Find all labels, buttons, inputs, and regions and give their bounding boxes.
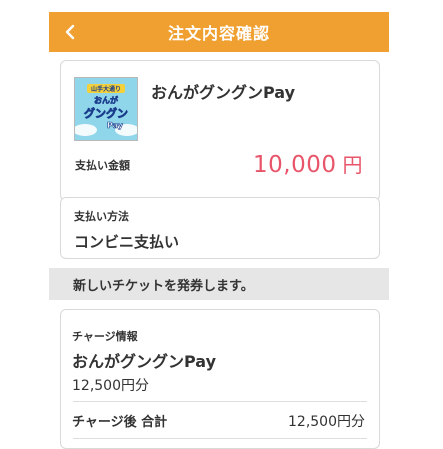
product-image: 山手大通り おんが グングン Pay	[74, 77, 138, 141]
divider	[73, 438, 367, 439]
payment-method-card: 支払い方法 コンビニ支払い	[60, 197, 380, 259]
image-caption-3: グングン	[84, 106, 128, 120]
amount-label: 支払い金額	[75, 159, 130, 172]
product-card: 山手大通り おんが グングン Pay おんがグングンPay 支払い金額 10,0…	[60, 60, 380, 201]
charge-product-name: おんがグングンPay	[72, 352, 217, 371]
total-label: チャージ後 合計	[72, 415, 168, 430]
image-caption-2: おんが	[94, 95, 119, 105]
amount-unit: 円	[342, 153, 363, 177]
header-bar: 注文内容確認	[49, 12, 389, 52]
back-button[interactable]	[61, 23, 79, 41]
notice-text: 新しいチケットを発券します。	[73, 278, 254, 294]
image-caption-1: 山手大通り	[91, 85, 121, 93]
payment-method-value: コンビニ支払い	[74, 233, 180, 251]
charge-info-card: チャージ情報 おんがグングンPay 12,500円分 チャージ後 合計 12,5…	[60, 309, 380, 449]
image-caption-4: Pay	[107, 121, 124, 130]
charge-info-label: チャージ情報	[72, 330, 138, 343]
order-confirmation-screen: 注文内容確認 山手大通り おんが グングン Pay おんがグングンPay 支払い…	[49, 12, 389, 449]
payment-method-label: 支払い方法	[74, 210, 129, 223]
charge-amount: 12,500円分	[72, 378, 149, 394]
total-value: 12,500円分	[288, 414, 365, 430]
amount-value: 10,000 円	[253, 149, 363, 178]
chevron-left-icon	[65, 24, 75, 40]
product-name: おんがグングンPay	[151, 83, 296, 102]
page-title: 注文内容確認	[167, 24, 270, 43]
notice-banner: 新しいチケットを発券します。	[49, 268, 389, 300]
amount-number: 10,000	[253, 152, 337, 178]
divider	[73, 401, 367, 402]
